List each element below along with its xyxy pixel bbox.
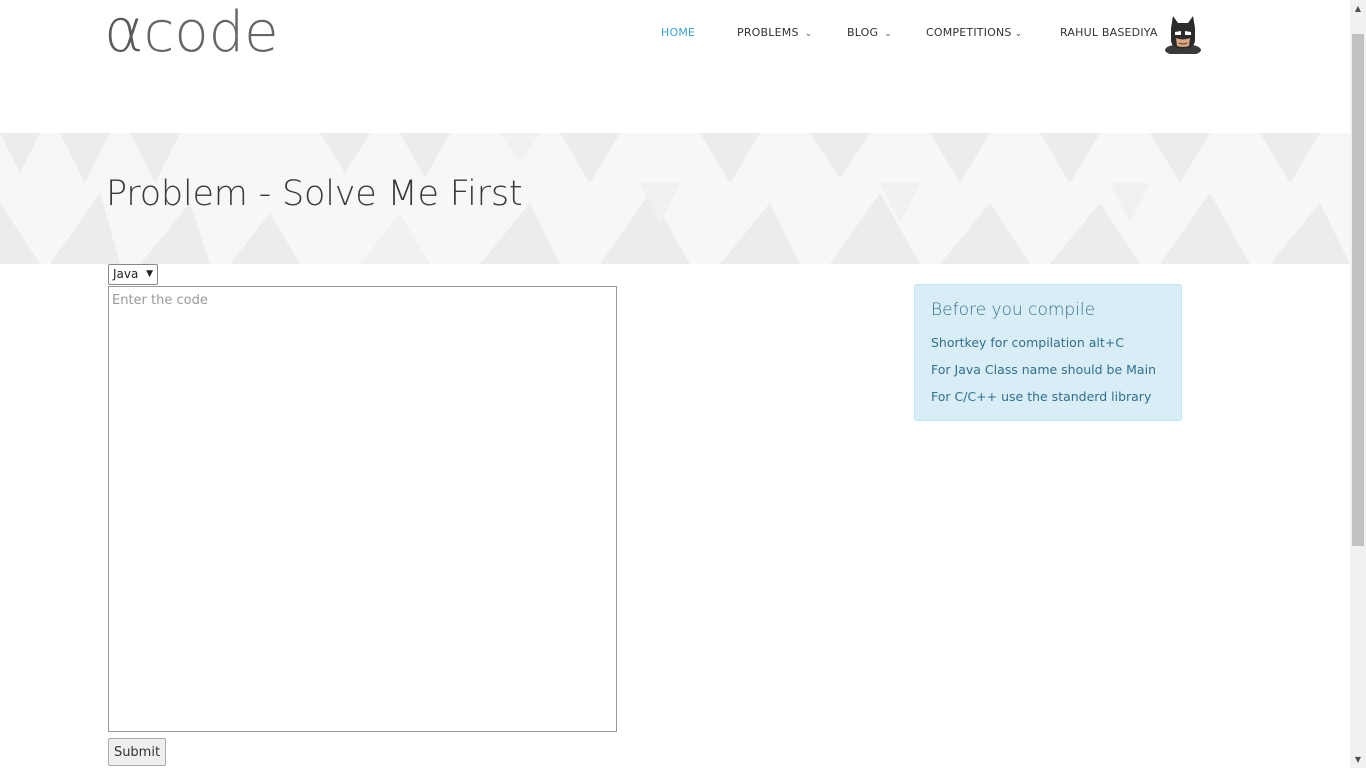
nav-problems-label: PROBLEMS	[737, 26, 799, 39]
nav-user[interactable]: RAHUL BASEDIYA	[1060, 22, 1158, 44]
language-select-value: Java	[113, 267, 139, 281]
batman-avatar-icon[interactable]	[1163, 14, 1203, 56]
nav-blog-label: BLOG	[847, 26, 879, 39]
nav-blog[interactable]: BLOG ⌄	[847, 22, 892, 45]
site-logo[interactable]: αcode	[104, 0, 279, 65]
info-line: For Java Class name should be Main	[931, 362, 1156, 377]
nav-user-label: RAHUL BASEDIYA	[1060, 26, 1158, 39]
language-select[interactable]: Java ▼	[108, 264, 158, 285]
info-line: For C/C++ use the standerd library	[931, 389, 1152, 404]
nav-home[interactable]: HOME	[661, 22, 695, 44]
scroll-up-arrow-icon[interactable]: ▲	[1350, 0, 1366, 17]
logo-text: code	[143, 0, 279, 65]
page-title: Problem - Solve Me First	[106, 174, 523, 214]
submit-button[interactable]: Submit	[108, 738, 166, 766]
nav-competitions[interactable]: COMPETITIONS ⌄	[926, 22, 1022, 45]
scroll-down-arrow-icon[interactable]: ▼	[1350, 751, 1366, 768]
logo-alpha: α	[104, 0, 144, 66]
page-scrollbar[interactable]: ▲ ▼	[1350, 0, 1366, 768]
chevron-down-icon: ⌄	[1014, 29, 1023, 39]
code-input[interactable]	[108, 286, 617, 732]
nav-problems[interactable]: PROBLEMS ⌄	[737, 22, 812, 45]
compile-info-panel: Before you compile Shortkey for compilat…	[914, 284, 1182, 421]
dropdown-arrow-icon: ▼	[146, 269, 153, 279]
nav-home-label: HOME	[661, 26, 696, 39]
chevron-down-icon: ⌄	[884, 29, 893, 39]
info-title: Before you compile	[931, 300, 1096, 320]
chevron-down-icon: ⌄	[804, 29, 813, 39]
info-line: Shortkey for compilation alt+C	[931, 335, 1124, 350]
scrollbar-thumb[interactable]	[1352, 34, 1364, 546]
nav-competitions-label: COMPETITIONS	[926, 26, 1012, 39]
